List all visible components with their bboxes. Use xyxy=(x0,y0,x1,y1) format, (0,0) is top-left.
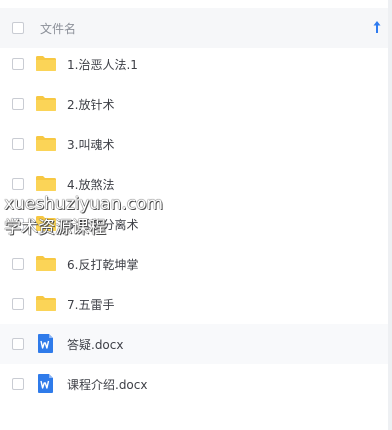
file-name[interactable]: 6.反打乾坤掌 xyxy=(67,256,138,273)
list-item[interactable]: 4.放煞法 xyxy=(0,164,388,204)
folder-icon xyxy=(36,136,56,151)
row-checkbox[interactable] xyxy=(12,98,24,110)
list-item[interactable]: 2.放针术 xyxy=(0,84,388,124)
list-item[interactable]: 课程介绍.docx xyxy=(0,364,388,404)
file-name[interactable]: 4.放煞法 xyxy=(67,176,114,193)
column-header-filename[interactable]: 文件名 xyxy=(40,20,76,37)
select-all-checkbox[interactable] xyxy=(12,22,24,34)
list-header: 文件名 xyxy=(0,8,392,48)
row-checkbox[interactable] xyxy=(12,58,24,70)
file-name[interactable]: 7.五雷手 xyxy=(67,296,114,313)
row-checkbox[interactable] xyxy=(12,338,24,350)
word-doc-icon xyxy=(38,374,53,393)
row-checkbox[interactable] xyxy=(12,298,24,310)
file-name[interactable]: 3.叫魂术 xyxy=(67,136,114,153)
word-doc-icon xyxy=(38,334,53,353)
list-item[interactable]: 3.叫魂术 xyxy=(0,124,388,164)
list-item[interactable]: 5.拆散分离术 xyxy=(0,204,388,244)
row-checkbox[interactable] xyxy=(12,218,24,230)
list-item[interactable]: 7.五雷手 xyxy=(0,284,388,324)
file-name[interactable]: 5.拆散分离术 xyxy=(67,216,138,233)
arrow-up-icon[interactable] xyxy=(372,20,382,34)
folder-icon xyxy=(36,56,56,71)
row-checkbox[interactable] xyxy=(12,258,24,270)
folder-icon xyxy=(36,296,56,311)
folder-icon xyxy=(36,96,56,111)
folder-icon xyxy=(36,256,56,271)
row-checkbox[interactable] xyxy=(12,138,24,150)
file-name[interactable]: 2.放针术 xyxy=(67,96,114,113)
list-item[interactable]: 1.治恶人法.1 xyxy=(0,44,388,84)
file-name[interactable]: 答疑.docx xyxy=(67,336,123,353)
row-checkbox[interactable] xyxy=(12,178,24,190)
file-name[interactable]: 1.治恶人法.1 xyxy=(67,56,138,73)
folder-icon xyxy=(36,216,56,231)
list-item[interactable]: 6.反打乾坤掌 xyxy=(0,244,388,284)
folder-icon xyxy=(36,176,56,191)
scrollbar-track[interactable] xyxy=(388,0,392,430)
file-name[interactable]: 课程介绍.docx xyxy=(67,376,147,393)
list-item[interactable]: 答疑.docx xyxy=(0,324,388,364)
file-list-page: 文件名 1.治恶人法.1 2.放针术 3.叫魂术 4.放煞法 5.拆散分离术 6… xyxy=(0,0,392,430)
row-checkbox[interactable] xyxy=(12,378,24,390)
